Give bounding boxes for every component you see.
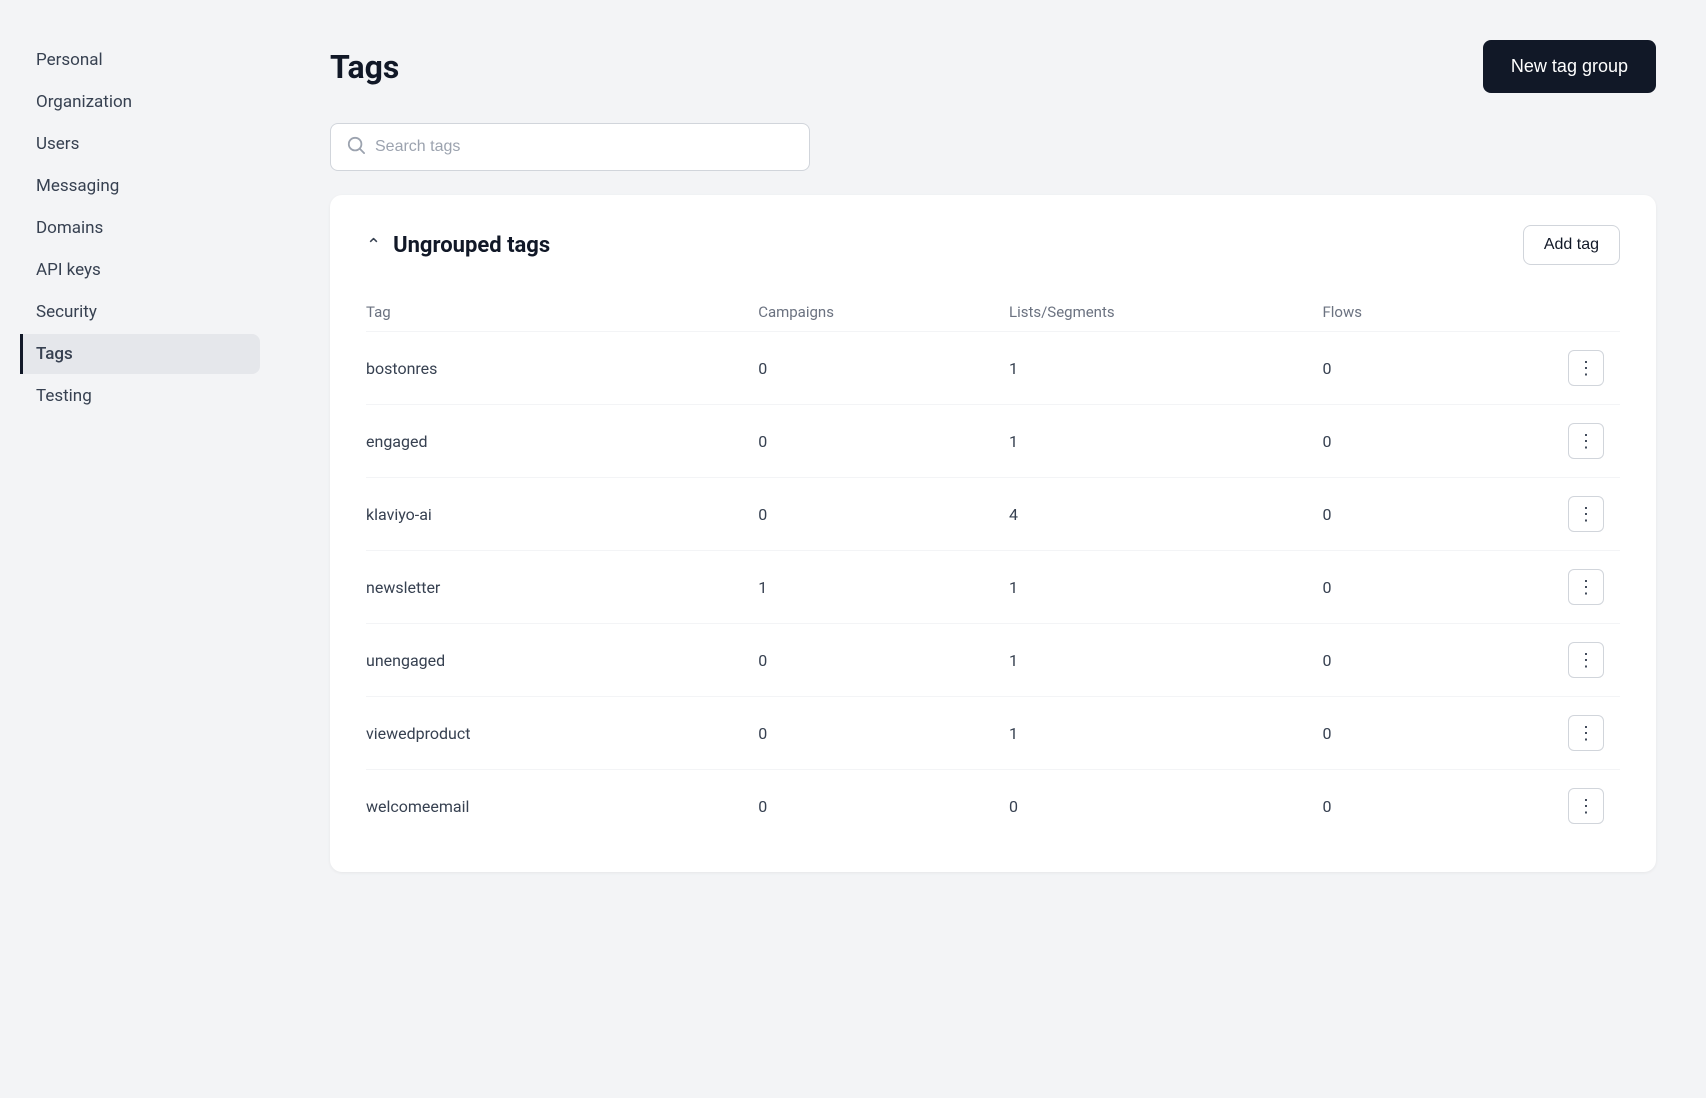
campaigns-cell: 0 bbox=[742, 697, 993, 770]
tag-cell: unengaged bbox=[366, 624, 742, 697]
campaigns-cell: 0 bbox=[742, 405, 993, 478]
group-header: ⌃ Ungrouped tags Add tag bbox=[366, 225, 1620, 265]
table-row: viewedproduct010⋮ bbox=[366, 697, 1620, 770]
flows-cell: 0 bbox=[1306, 332, 1532, 405]
tag-cell: klaviyo-ai bbox=[366, 478, 742, 551]
actions-cell: ⋮ bbox=[1532, 770, 1620, 843]
row-action-button-2[interactable]: ⋮ bbox=[1568, 496, 1604, 532]
search-input-wrapper bbox=[330, 123, 810, 171]
lists-segments-cell: 1 bbox=[993, 332, 1307, 405]
actions-cell: ⋮ bbox=[1532, 697, 1620, 770]
header-row: Tags New tag group bbox=[330, 40, 1656, 93]
table-row: newsletter110⋮ bbox=[366, 551, 1620, 624]
actions-cell: ⋮ bbox=[1532, 551, 1620, 624]
sidebar-item-tags[interactable]: Tags bbox=[20, 334, 260, 374]
lists-segments-cell: 1 bbox=[993, 551, 1307, 624]
actions-cell: ⋮ bbox=[1532, 332, 1620, 405]
tag-cell: bostonres bbox=[366, 332, 742, 405]
search-container bbox=[330, 123, 1656, 171]
row-action-button-6[interactable]: ⋮ bbox=[1568, 788, 1604, 824]
table-row: bostonres010⋮ bbox=[366, 332, 1620, 405]
tag-cell: viewedproduct bbox=[366, 697, 742, 770]
group-header-left: ⌃ Ungrouped tags bbox=[366, 233, 550, 258]
add-tag-button[interactable]: Add tag bbox=[1523, 225, 1620, 265]
col-header-tag: Tag bbox=[366, 293, 742, 332]
actions-cell: ⋮ bbox=[1532, 405, 1620, 478]
tag-cell: engaged bbox=[366, 405, 742, 478]
lists-segments-cell: 1 bbox=[993, 405, 1307, 478]
sidebar-item-users[interactable]: Users bbox=[20, 124, 260, 164]
flows-cell: 0 bbox=[1306, 697, 1532, 770]
sidebar-item-messaging[interactable]: Messaging bbox=[20, 166, 260, 206]
sidebar-item-security[interactable]: Security bbox=[20, 292, 260, 332]
search-input[interactable] bbox=[375, 138, 793, 156]
campaigns-cell: 0 bbox=[742, 624, 993, 697]
flows-cell: 0 bbox=[1306, 478, 1532, 551]
campaigns-cell: 1 bbox=[742, 551, 993, 624]
table-row: welcomeemail000⋮ bbox=[366, 770, 1620, 843]
table-header-row: Tag Campaigns Lists/Segments Flows bbox=[366, 293, 1620, 332]
search-icon bbox=[347, 136, 365, 158]
row-action-button-1[interactable]: ⋮ bbox=[1568, 423, 1604, 459]
actions-cell: ⋮ bbox=[1532, 624, 1620, 697]
col-header-flows: Flows bbox=[1306, 293, 1532, 332]
sidebar-item-personal[interactable]: Personal bbox=[20, 40, 260, 80]
campaigns-cell: 0 bbox=[742, 478, 993, 551]
flows-cell: 0 bbox=[1306, 551, 1532, 624]
sidebar-item-testing[interactable]: Testing bbox=[20, 376, 260, 416]
table-row: engaged010⋮ bbox=[366, 405, 1620, 478]
flows-cell: 0 bbox=[1306, 770, 1532, 843]
sidebar-item-api-keys[interactable]: API keys bbox=[20, 250, 260, 290]
lists-segments-cell: 0 bbox=[993, 770, 1307, 843]
tags-card: ⌃ Ungrouped tags Add tag Tag Campaigns L… bbox=[330, 195, 1656, 872]
flows-cell: 0 bbox=[1306, 405, 1532, 478]
sidebar-item-organization[interactable]: Organization bbox=[20, 82, 260, 122]
flows-cell: 0 bbox=[1306, 624, 1532, 697]
actions-cell: ⋮ bbox=[1532, 478, 1620, 551]
sidebar: PersonalOrganizationUsersMessagingDomain… bbox=[0, 0, 280, 1098]
group-title: Ungrouped tags bbox=[393, 233, 550, 258]
new-tag-group-button[interactable]: New tag group bbox=[1483, 40, 1656, 93]
sidebar-item-domains[interactable]: Domains bbox=[20, 208, 260, 248]
table-row: unengaged010⋮ bbox=[366, 624, 1620, 697]
lists-segments-cell: 1 bbox=[993, 624, 1307, 697]
table-row: klaviyo-ai040⋮ bbox=[366, 478, 1620, 551]
row-action-button-5[interactable]: ⋮ bbox=[1568, 715, 1604, 751]
lists-segments-cell: 4 bbox=[993, 478, 1307, 551]
col-header-actions bbox=[1532, 293, 1620, 332]
col-header-campaigns: Campaigns bbox=[742, 293, 993, 332]
row-action-button-3[interactable]: ⋮ bbox=[1568, 569, 1604, 605]
page-title: Tags bbox=[330, 48, 399, 86]
row-action-button-4[interactable]: ⋮ bbox=[1568, 642, 1604, 678]
tags-table: Tag Campaigns Lists/Segments Flows bosto… bbox=[366, 293, 1620, 842]
row-action-button-0[interactable]: ⋮ bbox=[1568, 350, 1604, 386]
campaigns-cell: 0 bbox=[742, 332, 993, 405]
collapse-chevron-icon[interactable]: ⌃ bbox=[366, 235, 381, 256]
tag-cell: welcomeemail bbox=[366, 770, 742, 843]
tag-cell: newsletter bbox=[366, 551, 742, 624]
campaigns-cell: 0 bbox=[742, 770, 993, 843]
main-content: Tags New tag group ⌃ Ungrouped tags Add … bbox=[280, 0, 1706, 1098]
lists-segments-cell: 1 bbox=[993, 697, 1307, 770]
col-header-lists-segments: Lists/Segments bbox=[993, 293, 1307, 332]
